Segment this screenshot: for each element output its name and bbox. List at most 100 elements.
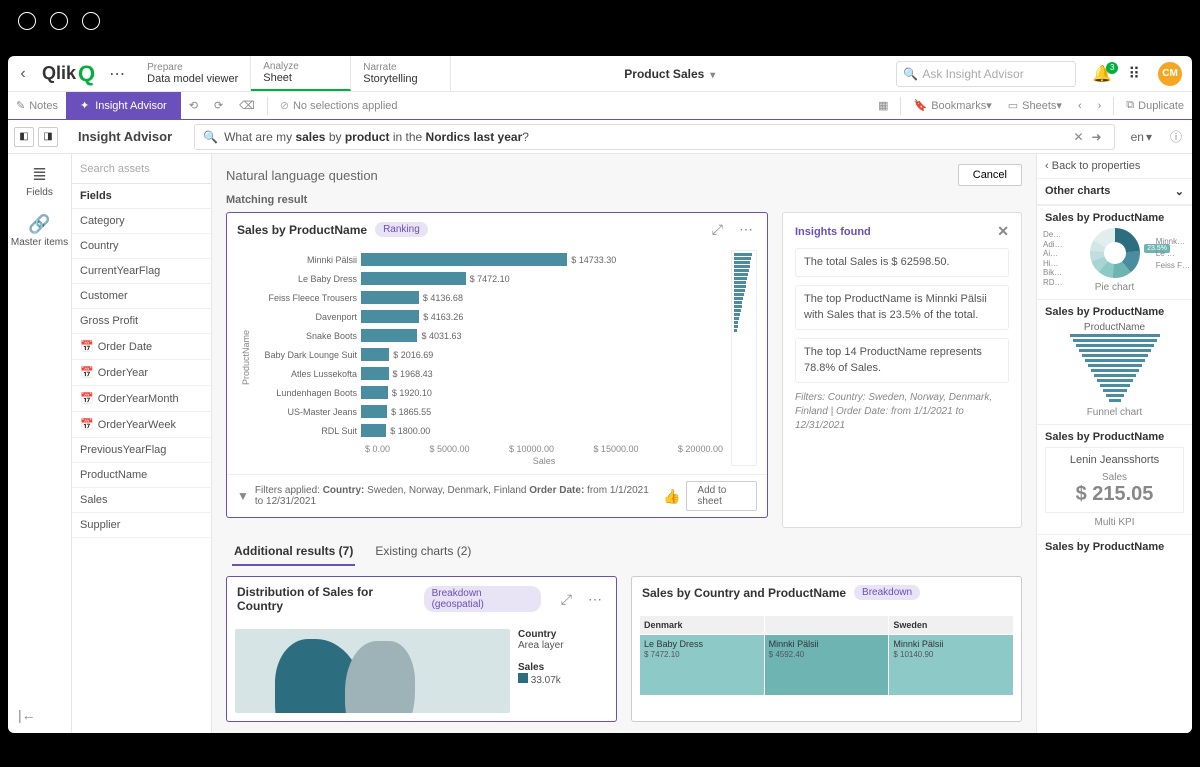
asset-row[interactable]: Supplier bbox=[72, 513, 211, 538]
insight-item: The top ProductName is Minnki Pälsii wit… bbox=[795, 285, 1009, 330]
bar-row: Baby Dark Lounge Suit$ 2016.69 bbox=[251, 345, 723, 364]
add-to-sheet-button[interactable]: Add to sheet bbox=[686, 481, 757, 511]
tab-prepare[interactable]: PrepareData model viewer bbox=[135, 56, 251, 91]
info-icon[interactable]: ⓘ bbox=[1160, 128, 1192, 145]
rp-kpi-card[interactable]: Sales by ProductName Lenin Jeansshorts S… bbox=[1037, 424, 1192, 534]
bar-row: US-Master Jeans$ 1865.55 bbox=[251, 402, 723, 421]
rp-pie-title: Sales by ProductName bbox=[1045, 212, 1184, 224]
asset-row[interactable]: CurrentYearFlag bbox=[72, 259, 211, 284]
selections-tool1[interactable]: ⟲ bbox=[181, 92, 206, 119]
submit-query[interactable]: ➜ bbox=[1088, 130, 1106, 144]
back-chevron[interactable]: ‹ bbox=[8, 65, 38, 83]
expand-icon[interactable]: ⤢ bbox=[557, 591, 576, 608]
filter-text: Filters applied: Country: Sweden, Norway… bbox=[255, 485, 651, 507]
bookmarks-dropdown[interactable]: 🔖 Bookmarks ▾ bbox=[905, 92, 999, 119]
map-visual[interactable] bbox=[235, 629, 510, 713]
panel-toggle-left[interactable]: ◧ bbox=[14, 127, 34, 147]
search-icon: 🔍 bbox=[203, 130, 218, 144]
bar-row: RDL Suit$ 1800.00 bbox=[251, 421, 723, 440]
chevron-down-icon: ⌄ bbox=[1175, 185, 1184, 198]
duplicate-button[interactable]: ⧉ Duplicate bbox=[1118, 92, 1192, 119]
clear-query[interactable]: ✕ bbox=[1069, 130, 1087, 144]
close-insights[interactable]: ✕ bbox=[997, 223, 1009, 240]
collapse-rail[interactable]: |← bbox=[8, 707, 36, 723]
macos-max[interactable] bbox=[82, 12, 100, 30]
cancel-button[interactable]: Cancel bbox=[958, 164, 1022, 186]
topbar: ‹ QlikQ ⋯ PrepareData model viewer Analy… bbox=[8, 56, 1192, 92]
tab-narrate[interactable]: NarrateStorytelling bbox=[351, 56, 451, 91]
insight-item: The top 14 ProductName represents 78.8% … bbox=[795, 338, 1009, 383]
asset-row[interactable]: PreviousYearFlag bbox=[72, 438, 211, 463]
asset-row[interactable]: 📅OrderYearMonth bbox=[72, 386, 211, 412]
next-sheet[interactable]: › bbox=[1090, 92, 1110, 119]
tree-title: Sales by Country and ProductName bbox=[642, 586, 846, 600]
rp-last-card[interactable]: Sales by ProductName bbox=[1037, 534, 1192, 563]
bar-row: Feiss Fleece Trousers$ 4136.68 bbox=[251, 288, 723, 307]
asset-row[interactable]: Customer bbox=[72, 284, 211, 309]
geo-card: Distribution of Sales for Country Breakd… bbox=[226, 576, 617, 722]
tree-tag: Breakdown bbox=[854, 585, 920, 600]
asset-row[interactable]: Sales bbox=[72, 488, 211, 513]
asset-row[interactable]: 📅OrderYear bbox=[72, 360, 211, 386]
ranking-tag: Ranking bbox=[375, 222, 428, 237]
asset-row[interactable]: 📅OrderYearWeek bbox=[72, 412, 211, 438]
nlq-label: Natural language question bbox=[226, 168, 378, 183]
geo-tag: Breakdown (geospatial) bbox=[424, 586, 541, 612]
no-selections-label: No selections applied bbox=[272, 92, 406, 119]
notes-button[interactable]: ✎ Notes bbox=[8, 92, 66, 119]
chart-more-icon[interactable]: ⋯ bbox=[584, 591, 606, 608]
tab-additional-results[interactable]: Additional results (7) bbox=[232, 538, 355, 566]
insight-advisor-button[interactable]: ✦Insight Advisor bbox=[66, 92, 181, 119]
insight-item: The total Sales is $ 62598.50. bbox=[795, 248, 1009, 277]
logo-text: Qlik bbox=[42, 63, 76, 84]
selections-tool3[interactable]: ⌫ bbox=[231, 92, 263, 119]
geo-title: Distribution of Sales for Country bbox=[237, 585, 416, 613]
macos-close[interactable] bbox=[18, 12, 36, 30]
rp-funnel-card[interactable]: Sales by ProductName ProductName Funnel … bbox=[1037, 299, 1192, 424]
logo-q-icon: Q bbox=[78, 61, 95, 87]
qlik-logo[interactable]: QlikQ bbox=[38, 61, 99, 87]
app-launcher-icon[interactable]: ⠿ bbox=[1120, 64, 1148, 84]
tab-existing-charts[interactable]: Existing charts (2) bbox=[373, 538, 473, 566]
macos-min[interactable] bbox=[50, 12, 68, 30]
rail-fields[interactable]: ≣Fields bbox=[26, 164, 53, 198]
sheets-dropdown[interactable]: ▭ Sheets ▾ bbox=[1000, 92, 1070, 119]
thumbs-up-icon[interactable]: 👍 bbox=[663, 488, 680, 505]
global-search[interactable]: 🔍Ask Insight Advisor bbox=[896, 61, 1076, 87]
asset-row[interactable]: Country bbox=[72, 234, 211, 259]
rp-pie-card[interactable]: Sales by ProductName De… Adi… Ai… Hi… Bi… bbox=[1037, 205, 1192, 299]
chart-minimap[interactable] bbox=[731, 250, 757, 466]
back-to-properties[interactable]: Back to properties bbox=[1037, 154, 1192, 178]
rp-funnel-title: Sales by ProductName bbox=[1045, 306, 1184, 318]
asset-row[interactable]: 📅Order Date bbox=[72, 334, 211, 360]
other-charts-section[interactable]: Other charts⌄ bbox=[1037, 178, 1192, 205]
nl-query-text: What are my sales by product in the Nord… bbox=[224, 130, 1069, 144]
subbar: ✎ Notes ✦Insight Advisor ⟲ ⟳ ⌫ No select… bbox=[8, 92, 1192, 120]
prev-sheet[interactable]: ‹ bbox=[1070, 92, 1090, 119]
tree-cell[interactable]: Minnki Pälsii$ 10140.90 bbox=[889, 635, 1013, 695]
tree-cell[interactable]: Minnki Pälsii$ 4592.40 bbox=[765, 635, 889, 695]
more-menu[interactable]: ⋯ bbox=[99, 64, 135, 84]
nl-query-input[interactable]: 🔍 What are my sales by product in the No… bbox=[194, 124, 1114, 150]
assets-search[interactable]: Search assets bbox=[72, 154, 211, 184]
tree-cell[interactable]: Le Baby Dress$ 7472.10 bbox=[640, 635, 764, 695]
selections-tool2[interactable]: ⟳ bbox=[206, 92, 231, 119]
asset-row[interactable]: ProductName bbox=[72, 463, 211, 488]
notifications[interactable]: 🔔3 bbox=[1084, 64, 1120, 84]
asset-row[interactable]: Category bbox=[72, 209, 211, 234]
chart-title: Sales by ProductName bbox=[237, 223, 367, 237]
language-select[interactable]: en ▾ bbox=[1123, 130, 1160, 144]
user-avatar[interactable]: CM bbox=[1158, 62, 1182, 86]
x-axis-label: Sales bbox=[365, 456, 723, 466]
expand-icon[interactable]: ⤢ bbox=[708, 221, 727, 238]
rail-master-items[interactable]: 🔗Master items bbox=[11, 214, 68, 248]
bar-row: Davenport$ 4163.26 bbox=[251, 307, 723, 326]
center-area: Natural language question Cancel Matchin… bbox=[212, 154, 1036, 733]
panel-toggle-right[interactable]: ◨ bbox=[38, 127, 58, 147]
chevron-down-icon: ▾ bbox=[710, 70, 715, 81]
tab-analyze[interactable]: AnalyzeSheet bbox=[251, 56, 351, 91]
chart-more-icon[interactable]: ⋯ bbox=[735, 221, 757, 238]
asset-row[interactable]: Gross Profit bbox=[72, 309, 211, 334]
selections-view-icon[interactable]: ▦ bbox=[870, 92, 896, 119]
sheet-title-dropdown[interactable]: Product Sales▾ bbox=[451, 67, 888, 81]
